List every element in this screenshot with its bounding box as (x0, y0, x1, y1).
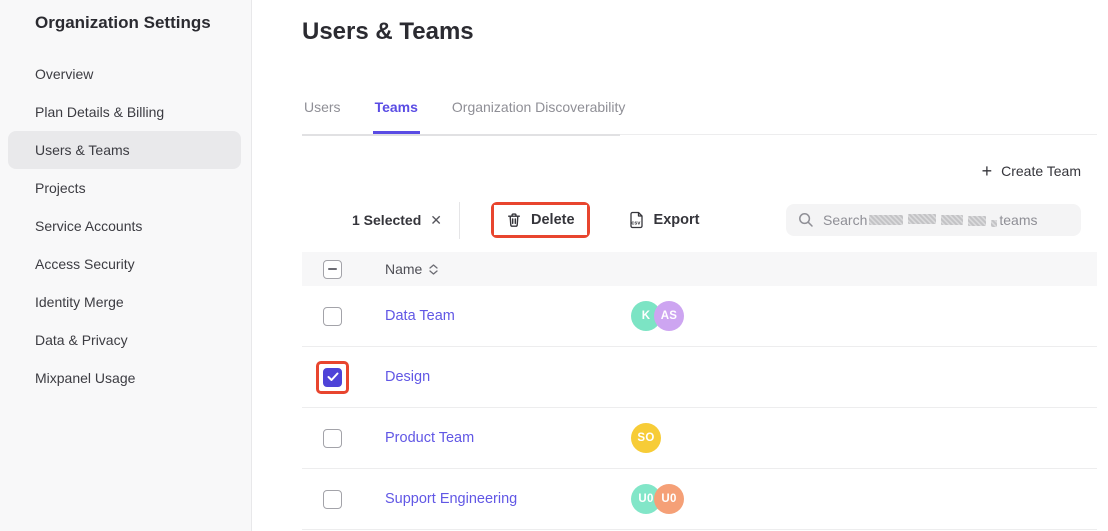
bulk-actions-toolbar: 1 Selected ✕ Delete (302, 200, 1081, 240)
sidebar-item-identity-merge[interactable]: Identity Merge (0, 283, 251, 321)
create-team-button[interactable]: + Create Team (982, 163, 1081, 179)
tabstrip-border (302, 134, 620, 136)
name-column-header[interactable]: Name (385, 261, 438, 277)
avatar-group: U0 U0 (631, 484, 684, 514)
row-checkbox[interactable] (323, 490, 342, 509)
avatar-group: K AS (631, 301, 684, 331)
sidebar-item-data-privacy[interactable]: Data & Privacy (0, 321, 251, 359)
select-all-checkbox[interactable] (323, 260, 342, 279)
sidebar-item-overview[interactable]: Overview (0, 55, 251, 93)
toolbar-divider (459, 202, 460, 239)
avatar: U0 (654, 484, 684, 514)
team-name-link[interactable]: Data Team (385, 308, 455, 324)
table-row: Data Team K AS (302, 286, 1097, 347)
teams-table: Name Data Team (302, 252, 1097, 530)
row-checkbox[interactable] (323, 429, 342, 448)
check-icon (327, 372, 339, 382)
checkbox-annotation-box (316, 422, 349, 455)
team-name-link[interactable]: Design (385, 369, 430, 385)
create-team-label: Create Team (1001, 163, 1081, 179)
csv-file-icon: csv (629, 211, 645, 229)
table-header: Name (302, 252, 1097, 286)
table-row: Support Engineering U0 U0 (302, 469, 1097, 530)
tab-teams[interactable]: Teams (373, 93, 420, 134)
indeterminate-dash-icon (328, 268, 337, 270)
sidebar-item-mixpanel-usage[interactable]: Mixpanel Usage (0, 359, 251, 397)
organization-settings-screen: Organization Settings Overview Plan Deta… (0, 0, 1108, 531)
table-row: Product Team SO (302, 408, 1097, 469)
sidebar-nav: Overview Plan Details & Billing Users & … (0, 55, 251, 397)
search-input[interactable]: Searchteams (786, 204, 1081, 236)
main-content: Users & Teams Users Teams Organization D… (252, 0, 1108, 531)
search-placeholder: Searchteams (823, 212, 1037, 228)
sidebar-item-access-security[interactable]: Access Security (0, 245, 251, 283)
avatar: AS (654, 301, 684, 331)
search-icon (798, 212, 814, 228)
trash-icon (506, 212, 522, 228)
row-checkbox[interactable] (323, 307, 342, 326)
plus-icon: + (982, 164, 993, 178)
export-button[interactable]: csv Export (617, 204, 712, 236)
checkbox-annotation-box (316, 300, 349, 333)
sidebar-item-users-teams[interactable]: Users & Teams (8, 131, 241, 169)
tab-organization-discoverability[interactable]: Organization Discoverability (450, 93, 628, 134)
table-row: Design (302, 347, 1097, 408)
redacted-text (869, 215, 997, 225)
sidebar-item-projects[interactable]: Projects (0, 169, 251, 207)
avatar-group: SO (631, 423, 661, 453)
sidebar-item-plan-details-billing[interactable]: Plan Details & Billing (0, 93, 251, 131)
row-checkbox[interactable] (323, 368, 342, 387)
sort-icon (429, 264, 438, 275)
export-label: Export (654, 212, 700, 228)
svg-text:csv: csv (631, 221, 640, 227)
clear-selection-button[interactable]: ✕ (430, 212, 442, 229)
sidebar-item-service-accounts[interactable]: Service Accounts (0, 207, 251, 245)
delete-annotation-box: Delete (491, 202, 590, 238)
tab-bar: Users Teams Organization Discoverability (302, 93, 1097, 135)
checkbox-annotation-box (316, 361, 349, 394)
checkbox-annotation-box (316, 483, 349, 516)
team-name-link[interactable]: Product Team (385, 430, 474, 446)
sidebar: Organization Settings Overview Plan Deta… (0, 0, 252, 531)
sidebar-title: Organization Settings (0, 0, 251, 33)
team-name-link[interactable]: Support Engineering (385, 491, 517, 507)
delete-label: Delete (531, 212, 575, 228)
tab-users[interactable]: Users (302, 93, 343, 134)
avatar: SO (631, 423, 661, 453)
delete-button[interactable]: Delete (494, 205, 587, 235)
page-title: Users & Teams (302, 18, 474, 46)
selection-count: 1 Selected (352, 212, 421, 228)
